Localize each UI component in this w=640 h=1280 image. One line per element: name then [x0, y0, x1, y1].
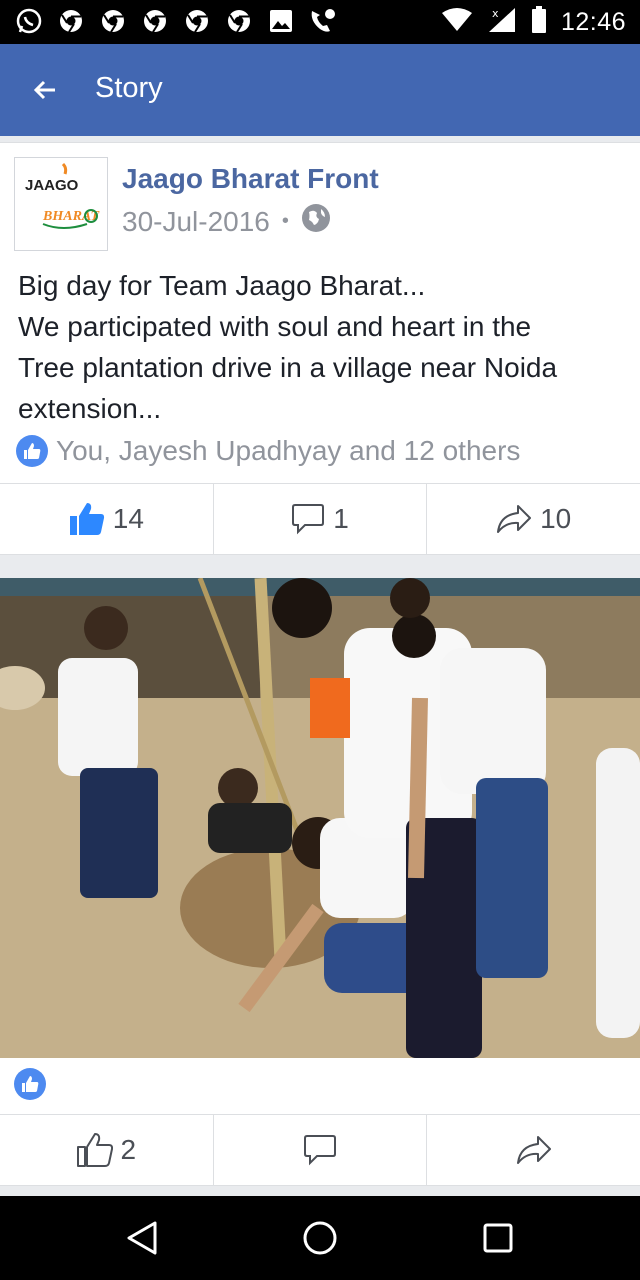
chrome-icon [98, 6, 128, 36]
post-text-line: We participated with soul and heart in t… [18, 311, 532, 342]
missed-call-icon [308, 6, 338, 36]
post-action-bar: 14 1 10 [0, 483, 640, 555]
thumbs-up-filled-icon [69, 503, 104, 535]
page-title: Story [95, 72, 163, 104]
like-button[interactable]: 14 [0, 484, 214, 554]
comment-count: 1 [333, 503, 349, 534]
chrome-icon [224, 6, 254, 36]
battery-icon [531, 6, 547, 39]
share-icon [497, 505, 532, 533]
app-bar: Story [0, 44, 640, 136]
thumbs-up-outline-icon [76, 1133, 113, 1167]
page-avatar[interactable]: JAAGO BHARAT [14, 157, 108, 251]
notification-icons [14, 6, 338, 36]
share-count: 10 [540, 503, 572, 534]
chrome-icon [140, 6, 170, 36]
reactions-summary[interactable]: You, Jayesh Upadhyay and 12 others [16, 435, 520, 467]
photo-like-reaction-icon[interactable] [14, 1068, 46, 1100]
share-button[interactable]: 10 [427, 484, 640, 554]
chrome-icon [182, 6, 212, 36]
system-icons: x 12:46 [441, 6, 626, 39]
image-icon [266, 6, 296, 36]
globe-icon [301, 203, 331, 240]
nav-recents-button[interactable] [474, 1214, 522, 1262]
post-card: JAAGO BHARAT Jaago Bharat Front 30-Jul-2… [0, 142, 640, 555]
comment-button[interactable]: 1 [214, 484, 428, 554]
reactions-text: You, Jayesh Upadhyay and 12 others [56, 435, 521, 466]
share-icon [516, 1136, 551, 1164]
post-meta: 30-Jul-2016 • [122, 203, 331, 240]
clock: 12:46 [560, 8, 626, 36]
arrow-left-icon [33, 80, 55, 100]
status-bar: x 12:46 [0, 0, 640, 44]
wifi-icon [441, 7, 473, 38]
post-text-line: Tree plantation drive in a village near … [18, 352, 558, 383]
system-nav-bar [0, 1196, 640, 1280]
photo-comment-button[interactable] [214, 1115, 428, 1185]
post-text: Big day for Team Jaago Bharat... We part… [18, 265, 628, 429]
meta-separator: • [281, 210, 289, 232]
photo-like-count: 2 [120, 1134, 137, 1165]
triangle-back-icon [127, 1221, 157, 1255]
svg-text:JAAGO: JAAGO [25, 177, 79, 194]
photo-share-button[interactable] [427, 1115, 640, 1185]
nav-home-button[interactable] [296, 1214, 344, 1262]
like-reaction-icon [16, 435, 48, 467]
post-photo[interactable] [0, 578, 640, 1058]
whatsapp-icon [14, 6, 44, 36]
square-recents-icon [483, 1223, 513, 1253]
post-author[interactable]: Jaago Bharat Front [122, 163, 379, 195]
comment-icon [292, 504, 325, 535]
photo-action-bar: 2 [0, 1114, 640, 1186]
back-button[interactable] [18, 68, 72, 112]
signal-icon: x [487, 6, 517, 39]
like-count: 14 [112, 503, 144, 534]
photo-like-button[interactable]: 2 [0, 1115, 214, 1185]
post-date[interactable]: 30-Jul-2016 [122, 206, 270, 238]
svg-text:x: x [492, 7, 499, 20]
chrome-icon [56, 6, 86, 36]
nav-back-button[interactable] [118, 1214, 166, 1262]
photo-card: 2 [0, 578, 640, 1186]
comment-icon [304, 1135, 336, 1166]
post-text-line: Big day for Team Jaago Bharat... [18, 270, 426, 301]
circle-home-icon [303, 1221, 337, 1255]
post-text-line: extension... [18, 393, 162, 424]
